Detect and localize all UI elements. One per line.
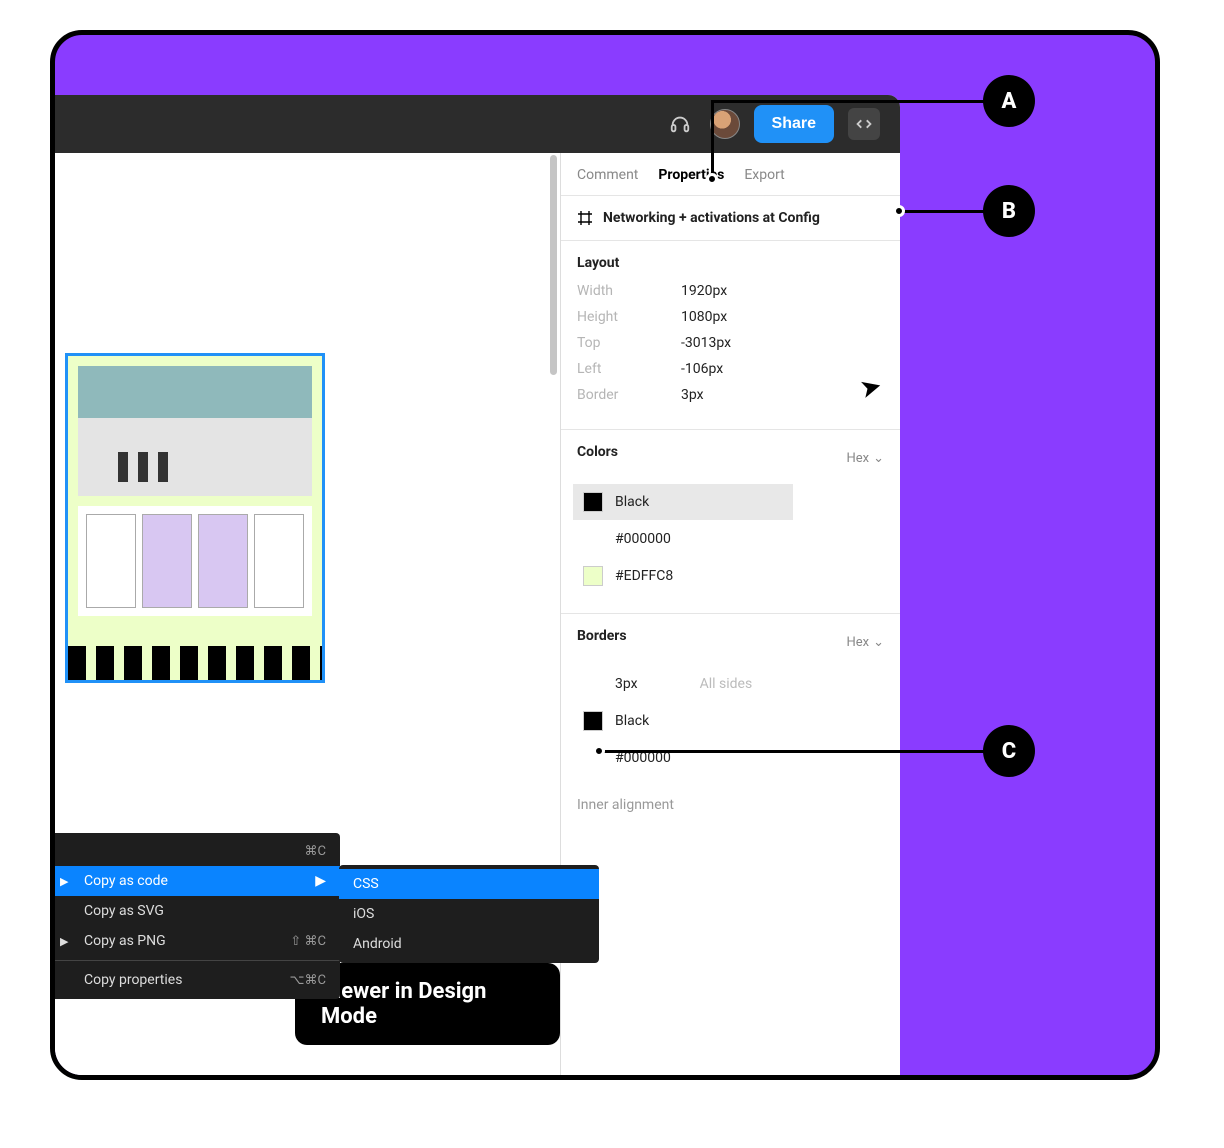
dev-mode-icon[interactable] [848,108,880,140]
canvas-area[interactable]: ⌘C ▶ Copy as code ▶ Copy as SVG ▶ Copy a… [55,153,560,1080]
illustration-frame: Share ⌘C ▶ Copy as co [50,30,1160,1080]
menu-copy-as-png[interactable]: ▶ Copy as PNG ⇧ ⌘C [55,926,340,956]
colors-section: Colors Hex ⌄ Black #000000 #EDFFC8 [561,430,900,614]
avatar[interactable] [710,109,740,139]
layout-section: Layout Width1920px Height1080px Top-3013… [561,241,900,430]
scrollbar[interactable] [550,155,557,375]
swatch-lime [583,566,603,586]
shortcut-png: ⇧ ⌘C [290,934,326,949]
frame-icon [577,210,593,226]
submenu-css[interactable]: CSS [339,869,599,899]
frame-name-text: Networking + activations at Config [603,210,820,226]
submenu-indicator-icon: ▶ [60,875,68,888]
menu-copy-as-svg[interactable]: Copy as SVG [55,896,340,926]
submenu-indicator-icon: ▶ [60,935,68,948]
menu-copy-properties[interactable]: Copy properties ⌥⌘C [55,965,340,995]
menu-copy-as-code-label: Copy as code [84,873,168,889]
swatch-black [583,492,603,512]
borders-section: Borders Hex ⌄ 3px All sides Black #000 [561,614,900,793]
border-color-hex-row: #000000 [573,742,884,774]
layout-title: Layout [577,255,884,271]
layout-row: Border3px [577,387,884,403]
layout-row: Width1920px [577,283,884,299]
shortcut-copy: ⌘C [305,844,326,859]
context-menu-shortcut-row: ⌘C [55,837,340,866]
huddle-icon[interactable] [664,108,696,140]
border-size: 3px [615,676,638,692]
frame-image [78,366,312,496]
properties-panel: Comment Properties Export Networking + a… [560,153,900,1080]
border-color-row: Black [573,703,884,739]
top-toolbar: Share [55,95,900,153]
context-submenu: CSS iOS Android [339,865,599,963]
layout-row: Top-3013px [577,335,884,351]
layout-row: Height1080px [577,309,884,325]
tab-comment[interactable]: Comment [577,167,638,183]
frame-pattern-strip [68,646,322,680]
menu-copy-as-code[interactable]: ▶ Copy as code ▶ [55,866,340,896]
swatch-black [583,711,603,731]
share-button[interactable]: Share [754,105,834,143]
color-format-select[interactable]: Hex ⌄ [846,451,884,466]
panel-tabs: Comment Properties Export [561,153,900,196]
border-color-name: Black [615,713,649,729]
color-row-lime[interactable]: #EDFFC8 [573,558,884,594]
inner-alignment-label: Inner alignment [561,793,900,813]
border-format-select[interactable]: Hex ⌄ [846,635,884,650]
shortcut-props: ⌥⌘C [290,973,326,988]
chevron-right-icon: ▶ [315,873,326,889]
menu-separator [55,960,340,961]
borders-title: Borders [577,628,627,644]
border-size-row: 3px All sides [573,668,884,700]
menu-copy-properties-label: Copy properties [84,972,182,988]
color-hex-value: #000000 [615,531,671,547]
annotation-a: A [983,75,1035,127]
annotation-c: C [983,725,1035,777]
submenu-android[interactable]: Android [339,929,599,959]
color-hex-value: #EDFFC8 [615,568,673,584]
submenu-ios[interactable]: iOS [339,899,599,929]
context-menu: ⌘C ▶ Copy as code ▶ Copy as SVG ▶ Copy a… [55,833,340,999]
frame-title-row[interactable]: Networking + activations at Config [561,196,900,241]
color-name: Black [615,494,649,510]
colors-title: Colors [577,444,618,460]
menu-copy-as-svg-label: Copy as SVG [84,903,164,919]
color-row-black[interactable]: Black [573,484,793,520]
tab-export[interactable]: Export [744,167,784,183]
chevron-down-icon: ⌄ [873,635,884,650]
selected-frame[interactable] [65,353,325,683]
app-window: Share ⌘C ▶ Copy as co [55,95,900,1080]
chevron-down-icon: ⌄ [873,451,884,466]
color-hex-black[interactable]: #000000 [573,523,884,555]
border-sides: All sides [700,676,753,692]
frame-cards [78,506,312,616]
layout-row: Left-106px [577,361,884,377]
annotation-b: B [983,185,1035,237]
menu-copy-as-png-label: Copy as PNG [84,933,166,949]
